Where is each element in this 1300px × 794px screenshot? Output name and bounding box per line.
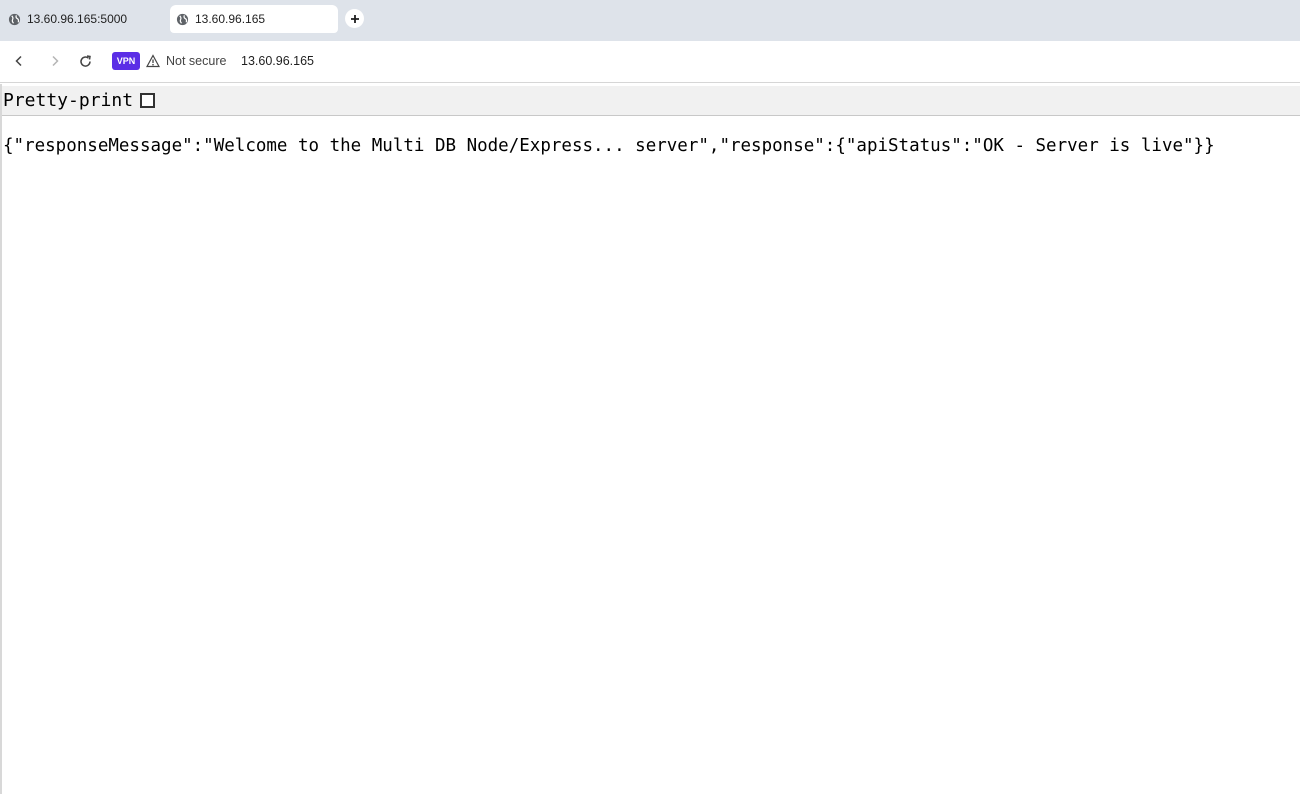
forward-button[interactable]	[45, 51, 65, 71]
reload-icon	[79, 54, 91, 67]
tab-title: 13.60.96.165	[195, 12, 266, 26]
reload-button[interactable]	[75, 51, 95, 71]
back-button[interactable]	[9, 51, 29, 71]
tab-13-60-96-165-5000[interactable]: 13.60.96.165:5000	[0, 5, 166, 33]
security-indicator[interactable]: Not secure	[166, 54, 226, 68]
plus-icon	[350, 14, 359, 23]
warning-icon[interactable]	[146, 54, 160, 68]
vpn-badge[interactable]: VPN	[112, 52, 140, 70]
globe-icon	[176, 13, 189, 25]
forward-arrow-icon	[52, 55, 59, 67]
tab-13-60-96-165[interactable]: 13.60.96.165	[170, 5, 338, 33]
pretty-print-checkbox[interactable]	[140, 93, 156, 108]
browser-toolbar: VPN Not secure 13.60.96.165	[0, 41, 1300, 83]
json-content: {"responseMessage":"Welcome to the Multi…	[3, 136, 1215, 156]
pretty-print-bar: Pretty-print	[2, 86, 1300, 116]
globe-icon	[8, 13, 21, 25]
pretty-print-label: Pretty-print	[3, 90, 134, 111]
tab-strip: 13.60.96.165:5000 13.60.96.165	[0, 0, 1300, 41]
address-bar[interactable]: 13.60.96.165	[241, 54, 314, 68]
tab-title: 13.60.96.165:5000	[27, 12, 128, 26]
back-arrow-icon	[15, 55, 22, 67]
new-tab-button[interactable]	[345, 9, 364, 28]
json-viewer: Pretty-print {"responseMessage":"Welcome…	[0, 84, 1300, 794]
